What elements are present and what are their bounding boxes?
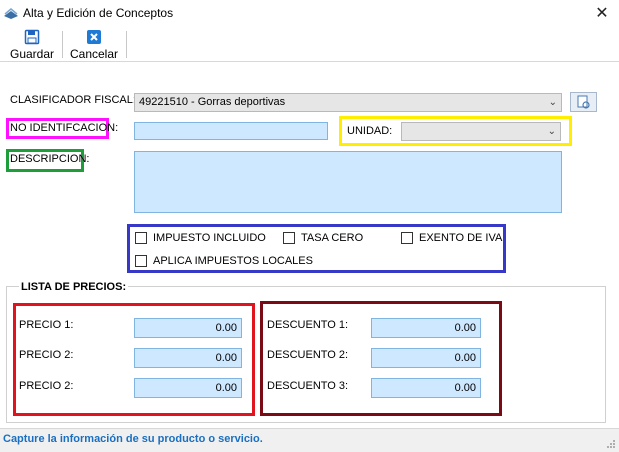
clasificador-label: CLASIFICADOR FISCAL: <box>10 94 136 106</box>
close-button[interactable]: ✕ <box>592 4 612 24</box>
toolbar-separator <box>126 31 127 58</box>
floppy-disk-icon <box>24 29 40 45</box>
exento-iva-label: EXENTO DE IVA <box>419 232 503 244</box>
unidad-select[interactable]: ⌄ <box>401 122 561 141</box>
unidad-label: UNIDAD: <box>347 125 393 137</box>
cancel-button[interactable]: Cancelar <box>68 28 120 61</box>
clasificador-select[interactable]: 49221510 - Gorras deportivas ⌄ <box>134 93 562 112</box>
chevron-down-icon: ⌄ <box>548 97 557 108</box>
document-search-icon <box>577 95 590 109</box>
toolbar-separator <box>62 31 63 58</box>
precio-2-input[interactable]: 0.00 <box>134 348 242 368</box>
save-button[interactable]: Guardar <box>8 28 56 61</box>
aplica-locales-checkbox[interactable] <box>135 255 147 267</box>
precio-1-label: PRECIO 1: <box>19 319 74 331</box>
app-icon <box>3 7 19 21</box>
save-label: Guardar <box>9 47 55 61</box>
status-text: Capture la información de su producto o … <box>3 433 263 445</box>
precio-2-label: PRECIO 2: <box>19 349 74 361</box>
descuento-1-input[interactable]: 0.00 <box>371 318 481 338</box>
precio-3-input[interactable]: 0.00 <box>134 378 242 398</box>
descripcion-textarea[interactable] <box>134 151 562 213</box>
descripcion-label: DESCRIPCION: <box>10 153 90 165</box>
tasa-cero-checkbox[interactable] <box>283 232 295 244</box>
descuento-2-label: DESCUENTO 2: <box>267 349 349 361</box>
search-catalog-button[interactable] <box>570 92 597 112</box>
cancel-label: Cancelar <box>69 47 119 61</box>
descuento-3-label: DESCUENTO 3: <box>267 380 349 392</box>
clasificador-value: 49221510 - Gorras deportivas <box>139 96 286 108</box>
exento-iva-checkbox[interactable] <box>401 232 413 244</box>
impuesto-incluido-label: IMPUESTO INCLUIDO <box>153 232 266 244</box>
descuento-1-label: DESCUENTO 1: <box>267 319 349 331</box>
window-title: Alta y Edición de Conceptos <box>23 6 174 20</box>
descuento-3-input[interactable]: 0.00 <box>371 378 481 398</box>
resize-grip-icon[interactable] <box>606 439 616 449</box>
no-ident-input[interactable] <box>134 122 328 140</box>
descuento-2-input[interactable]: 0.00 <box>371 348 481 368</box>
tasa-cero-label: TASA CERO <box>301 232 364 244</box>
precio-1-input[interactable]: 0.00 <box>134 318 242 338</box>
chevron-down-icon: ⌄ <box>547 126 556 137</box>
price-list-title: LISTA DE PRECIOS: <box>19 281 129 293</box>
no-ident-label: NO IDENTIFCACION: <box>10 122 119 134</box>
toolbar: Guardar Cancelar <box>0 28 619 62</box>
precio-3-label: PRECIO 2: <box>19 380 74 392</box>
impuesto-incluido-checkbox[interactable] <box>135 232 147 244</box>
cancel-x-icon <box>86 29 102 45</box>
aplica-locales-label: APLICA IMPUESTOS LOCALES <box>153 255 313 267</box>
